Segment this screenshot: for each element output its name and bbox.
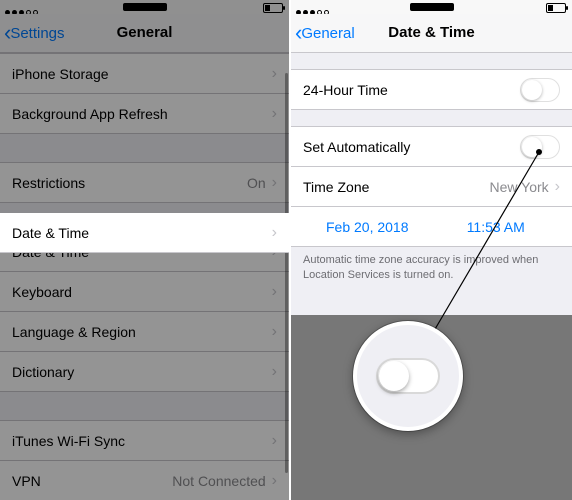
row-set-automatically[interactable]: Set Automatically — [291, 127, 572, 167]
row-background-app-refresh[interactable]: Background App Refresh › — [0, 94, 289, 134]
status-bar — [0, 0, 289, 14]
chevron-right-icon: › — [272, 174, 277, 192]
row-date-time[interactable]: Date & Time › — [0, 232, 289, 272]
row-keyboard[interactable]: Keyboard › — [0, 272, 289, 312]
chevron-right-icon: › — [272, 243, 277, 261]
chevron-right-icon: › — [272, 432, 277, 450]
navbar: ‹ General Date & Time — [291, 14, 572, 53]
status-bar — [291, 0, 572, 14]
battery-icon — [546, 3, 566, 13]
date-time-screen: 24-Hour Time Set Automatically Time Zone… — [291, 53, 572, 500]
back-button[interactable]: ‹ Settings — [4, 14, 65, 52]
scrollbar[interactable] — [285, 73, 288, 473]
back-button[interactable]: ‹ General — [295, 14, 355, 52]
row-24-hour-time[interactable]: 24-Hour Time — [291, 70, 572, 110]
chevron-right-icon: › — [272, 363, 277, 381]
navbar: ‹ Settings General — [0, 14, 289, 53]
row-language-region[interactable]: Language & Region › — [0, 312, 289, 352]
row-date-time-values[interactable]: Feb 20, 2018 11:53 AM — [291, 207, 572, 247]
carrier-blob — [410, 3, 454, 11]
switch-set-automatically[interactable] — [520, 135, 560, 159]
chevron-right-icon: › — [272, 65, 277, 83]
chevron-right-icon: › — [272, 105, 277, 123]
footer-note: Automatic time zone accuracy is improved… — [291, 247, 572, 283]
chevron-right-icon: › — [272, 472, 277, 490]
row-itunes-wifi-sync[interactable]: iTunes Wi-Fi Sync › — [0, 421, 289, 461]
date-value[interactable]: Feb 20, 2018 — [303, 219, 432, 235]
battery-icon — [263, 3, 283, 13]
row-restrictions[interactable]: Restrictions On › — [0, 163, 289, 203]
row-iphone-storage[interactable]: iPhone Storage › — [0, 54, 289, 94]
back-label: Settings — [10, 25, 64, 42]
settings-list: iPhone Storage › Background App Refresh … — [0, 53, 289, 500]
chevron-right-icon: › — [272, 283, 277, 301]
left-screenshot: ‹ Settings General iPhone Storage › Back… — [0, 0, 289, 500]
back-label: General — [301, 25, 354, 42]
switch-24-hour[interactable] — [520, 78, 560, 102]
carrier-blob — [123, 3, 167, 11]
chevron-right-icon: › — [555, 178, 560, 196]
row-time-zone[interactable]: Time Zone New York › — [291, 167, 572, 207]
time-value[interactable]: 11:53 AM — [432, 219, 561, 235]
row-vpn[interactable]: VPN Not Connected › — [0, 461, 289, 500]
row-dictionary[interactable]: Dictionary › — [0, 352, 289, 392]
right-screenshot: ‹ General Date & Time 24-Hour Time Set A… — [291, 0, 572, 500]
callout-backdrop — [291, 315, 572, 500]
chevron-right-icon: › — [272, 323, 277, 341]
